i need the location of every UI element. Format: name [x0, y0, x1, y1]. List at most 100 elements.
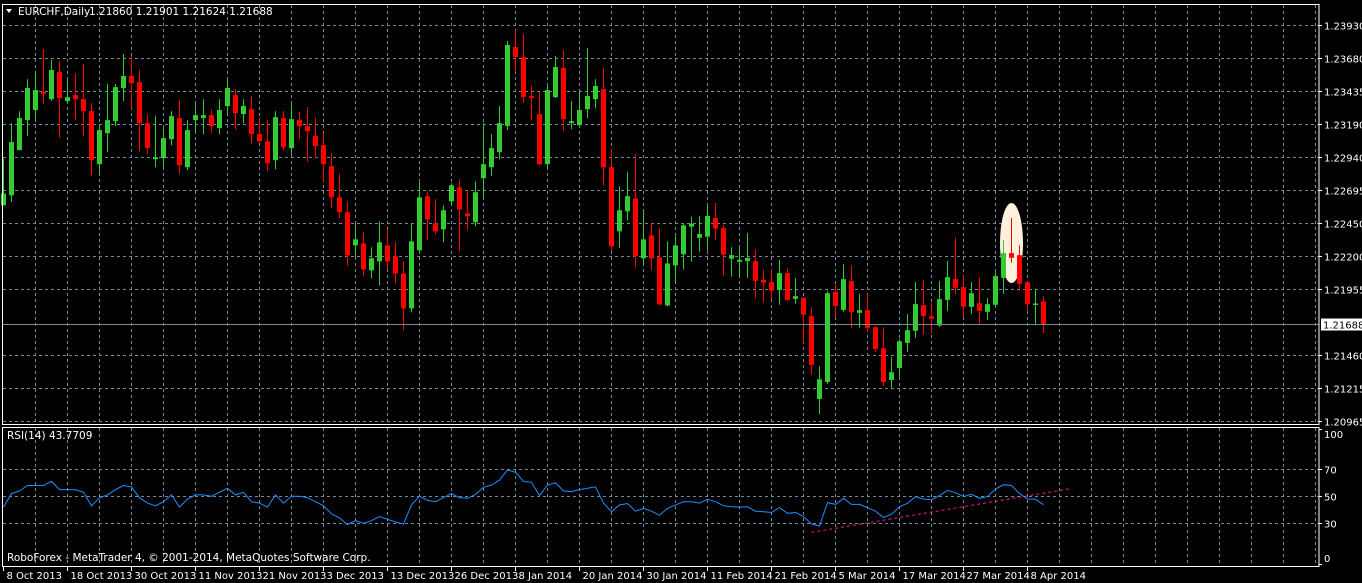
- ohlc-values: 1.21860 1.21901 1.21624 1.21688: [89, 6, 273, 18]
- candle-bearish: [81, 63, 86, 137]
- price-axis-label: 1.23680: [1324, 55, 1362, 66]
- candle-bullish: [273, 111, 278, 170]
- candle-bearish: [329, 153, 334, 209]
- candle-bearish: [177, 100, 182, 175]
- candle-body: [81, 99, 86, 112]
- candle-bullish: [697, 215, 702, 252]
- candle-body: [561, 68, 566, 120]
- candle-bearish: [769, 268, 774, 300]
- candle-bullish: [409, 224, 414, 313]
- candles: [1, 30, 1046, 415]
- candle-body: [649, 235, 654, 259]
- candle-bearish: [953, 238, 958, 294]
- candle-bearish: [361, 232, 366, 277]
- candle-bearish: [305, 107, 310, 162]
- time-axis-label: 20 Jan 2014: [583, 571, 643, 582]
- dropdown-triangle-icon[interactable]: [6, 9, 12, 13]
- candle-bullish: [905, 314, 910, 352]
- candle-bullish: [913, 282, 918, 338]
- candle-bearish: [881, 327, 886, 387]
- candle-body: [729, 255, 734, 259]
- candle-bearish: [809, 307, 814, 375]
- candle-body: [177, 118, 182, 166]
- candle-bearish: [433, 199, 438, 235]
- rsi-indicator: [3, 469, 1073, 533]
- candle-bearish: [337, 174, 342, 219]
- candle-bearish: [537, 92, 542, 166]
- candle-bearish: [633, 154, 638, 268]
- candle-bullish: [897, 339, 902, 377]
- candle-bullish: [593, 79, 598, 109]
- price-axis-label: 1.20965: [1324, 418, 1362, 429]
- candle-body: [113, 87, 118, 122]
- candle-bullish: [705, 205, 710, 251]
- candle-body: [753, 261, 758, 281]
- candle-body: [105, 120, 110, 134]
- candle-body: [273, 117, 278, 161]
- candle-bearish: [865, 294, 870, 332]
- candle-body: [513, 47, 518, 58]
- candle-bullish: [777, 260, 782, 305]
- candle-body: [625, 196, 630, 212]
- candle-body: [601, 89, 606, 168]
- current-price-label: 1.21688: [1323, 321, 1362, 332]
- candle-bullish: [473, 181, 478, 227]
- candle-body: [145, 123, 150, 149]
- candle-body: [361, 243, 366, 270]
- time-axis-label: 17 Mar 2014: [903, 571, 966, 582]
- candle-body: [921, 305, 926, 316]
- candle-body: [297, 120, 302, 127]
- candle-bullish: [553, 55, 558, 99]
- candle-body: [609, 167, 614, 247]
- candle-bullish: [577, 92, 582, 126]
- candle-body: [881, 348, 886, 383]
- time-axis-label: 18 Oct 2013: [71, 571, 133, 582]
- candle-bearish: [649, 223, 654, 271]
- candle-body: [369, 258, 374, 271]
- candle-body: [97, 130, 102, 165]
- candle-bullish: [665, 241, 670, 307]
- time-axis-label: 26 Dec 2013: [455, 571, 519, 582]
- candle-body: [537, 114, 542, 165]
- candle-body: [681, 225, 686, 255]
- candle-body: [33, 90, 38, 111]
- rsi-axis-label: 30: [1324, 520, 1337, 531]
- candle-bullish: [641, 211, 646, 264]
- candle-bullish: [169, 111, 174, 146]
- metatrader-chart[interactable]: 1.21688 1.23930 1.23680 1.23435 1.23190 1.22…: [0, 0, 1362, 583]
- candle-body: [409, 241, 414, 309]
- candle-bullish: [217, 99, 222, 135]
- candle-body: [185, 130, 190, 168]
- chart-header[interactable]: EURCHF,Daily 1.21860 1.21901 1.21624 1.2…: [6, 6, 273, 18]
- rsi-trendline: [811, 487, 1073, 533]
- current-price-line: 1.21688: [3, 318, 1362, 332]
- candle-bullish: [105, 84, 110, 153]
- axes: 1.23930 1.23680 1.23435 1.23190 1.22940 1.226…: [3, 22, 1362, 582]
- candle-body: [817, 379, 822, 399]
- candle-bullish: [225, 80, 230, 115]
- candle-body: [169, 116, 174, 140]
- candle-body: [689, 223, 694, 227]
- candle-body: [617, 210, 622, 232]
- candle-body: [809, 316, 814, 365]
- candle-body: [913, 304, 918, 331]
- candle-body: [1041, 301, 1046, 325]
- candle-bullish: [673, 236, 678, 282]
- candle-body: [993, 276, 998, 305]
- candle-bearish: [977, 277, 982, 324]
- candle-body: [545, 90, 550, 165]
- candle-bullish: [489, 134, 494, 177]
- candle-bearish: [801, 297, 806, 343]
- candle-bullish: [945, 261, 950, 311]
- candle-body: [705, 215, 710, 237]
- candle-body: [641, 239, 646, 259]
- candle-body: [945, 277, 950, 300]
- candle-body: [313, 136, 318, 147]
- time-axis-label: 8 Oct 2013: [7, 571, 62, 582]
- candle-body: [393, 256, 398, 274]
- candle-bearish: [89, 103, 94, 176]
- candle-body: [1, 193, 6, 206]
- candle-bullish: [185, 120, 190, 171]
- candle-body: [25, 88, 30, 121]
- candle-bearish: [521, 33, 526, 104]
